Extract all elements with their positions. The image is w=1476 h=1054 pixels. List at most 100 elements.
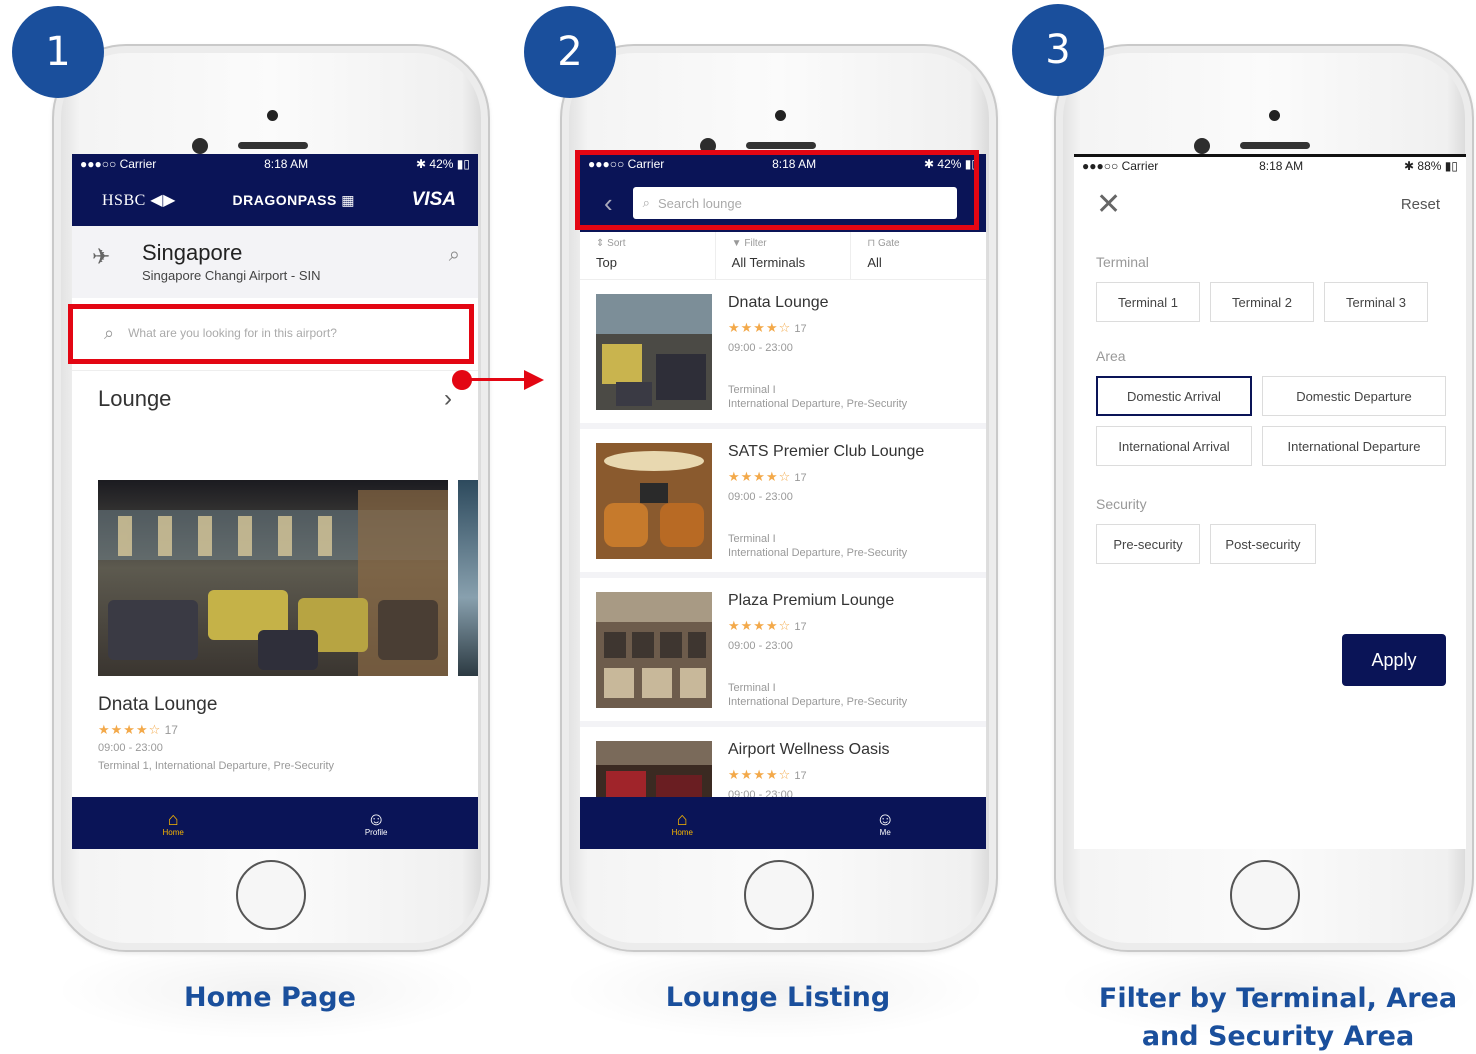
lounge-card-title[interactable]: Dnata Lounge: [98, 694, 217, 716]
visa-logo: VISA: [411, 189, 456, 210]
tab-label: Profile: [364, 827, 388, 837]
star-rating-icon: ★★★★☆: [728, 767, 792, 782]
tab-profile[interactable]: ☺ Profile: [365, 810, 388, 837]
earpiece: [1240, 142, 1310, 149]
lounge-card-location: Terminal 1, International Departure, Pre…: [98, 760, 334, 772]
lounge-card-rating: ★★★★☆ 17: [98, 722, 178, 738]
phone-home: ●●●○○ Carrier 8:18 AM ✱ 42% ▮▯ HSBC ◀▶ D…: [52, 44, 490, 952]
profile-icon: ☺: [876, 808, 895, 829]
filter-value: All Terminals: [731, 255, 806, 270]
close-icon[interactable]: ✕: [1096, 187, 1121, 222]
sort-label-text: Sort: [607, 238, 626, 249]
filter-control[interactable]: ▼ Filter All Terminals: [716, 232, 852, 279]
lounge-photo-graphic: [98, 480, 448, 676]
phone-filter: ●●●○○ Carrier 8:18 AM ✱ 88% ▮▯ ✕ Reset T…: [1054, 44, 1474, 952]
review-count: 17: [794, 621, 807, 633]
camera-dot: [267, 110, 278, 121]
filter-label: ▼ Filter: [731, 238, 767, 249]
carrier-label: ●●●○○ Carrier: [1082, 158, 1159, 173]
tab-home[interactable]: ⌂ Home: [672, 810, 693, 837]
lounge-name: SATS Premier Club Lounge: [728, 443, 925, 460]
status-bar: ●●●○○ Carrier 8:18 AM ✱ 88% ▮▯: [1074, 154, 1466, 174]
area-option-international-arrival[interactable]: International Arrival: [1096, 426, 1252, 466]
caption-filter-line1: Filter by Terminal, Area: [1098, 983, 1458, 1014]
home-button: [236, 860, 306, 930]
sort-label: ⇕ Sort: [596, 238, 626, 249]
lounge-terminal: Terminal I: [728, 533, 776, 545]
camera-dot: [775, 110, 786, 121]
security-options: Pre-security Post-security: [1074, 524, 1466, 564]
lounge-name: Dnata Lounge: [728, 294, 829, 311]
home-screen: ●●●○○ Carrier 8:18 AM ✱ 42% ▮▯ HSBC ◀▶ D…: [72, 154, 478, 849]
reset-button[interactable]: Reset: [1401, 196, 1440, 213]
sort-control[interactable]: ⇕ Sort Top: [580, 232, 716, 279]
brand-bar: HSBC ◀▶ DRAGONPASS ▦ VISA: [72, 174, 478, 226]
status-bar: ●●●○○ Carrier 8:18 AM ✱ 42% ▮▯: [72, 154, 478, 174]
tab-me[interactable]: ☺ Me: [876, 810, 894, 837]
chevron-right-icon: ›: [444, 384, 452, 412]
lounge-thumbnail: [596, 443, 712, 559]
tab-home[interactable]: ⌂ Home: [162, 810, 183, 837]
lounge-rating: ★★★★☆ 17: [728, 767, 807, 783]
apply-button[interactable]: Apply: [1342, 634, 1446, 686]
lounge-list-item[interactable]: Plaza Premium Lounge ★★★★☆ 17 09:00 - 23…: [580, 578, 986, 727]
review-count: 17: [794, 770, 807, 782]
area-options: Domestic Arrival Domestic Departure Inte…: [1074, 376, 1466, 466]
lounge-photo[interactable]: [98, 480, 448, 676]
lounge-hours: 09:00 - 23:00: [728, 640, 793, 652]
area-option-domestic-departure[interactable]: Domestic Departure: [1262, 376, 1446, 416]
gate-value: All: [867, 255, 882, 270]
carrier-label: ●●●○○ Carrier: [80, 157, 157, 171]
lounge-area: International Departure, Pre-Security: [728, 696, 908, 708]
battery-indicator: ✱ 88% ▮▯: [1404, 158, 1458, 173]
filter-row: ⇕ Sort Top ▼ Filter All Terminals ⊓ Gate…: [580, 232, 986, 280]
caption-filter: Filter by Terminal, Area and Security Ar…: [1090, 980, 1466, 1054]
battery-percent: 42%: [429, 157, 454, 171]
filter-top-bar: ✕ Reset: [1074, 174, 1466, 234]
lounge-area: International Departure, Pre-Security: [728, 398, 908, 410]
security-option-post[interactable]: Post-security: [1210, 524, 1316, 564]
security-option-pre[interactable]: Pre-security: [1096, 524, 1200, 564]
step-badge-3: 3: [1012, 4, 1104, 96]
earpiece: [746, 142, 816, 149]
bottom-tab-bar: ⌂ Home ☺ Profile: [72, 797, 478, 849]
airport-name: Singapore Changi Airport - SIN: [142, 268, 321, 283]
star-rating-icon: ★★★★☆: [728, 469, 792, 484]
area-option-domestic-arrival[interactable]: Domestic Arrival: [1096, 376, 1252, 416]
home-button: [1230, 860, 1300, 930]
dragonpass-logo: DRAGONPASS ▦: [232, 191, 355, 208]
lounge-list-item[interactable]: SATS Premier Club Lounge ★★★★☆ 17 09:00 …: [580, 429, 986, 578]
battery-percent: 88%: [1417, 158, 1442, 173]
lounge-thumbnail: [596, 294, 712, 410]
search-icon[interactable]: ⌕: [449, 244, 460, 267]
lounge-section-header[interactable]: Lounge ›: [72, 370, 478, 426]
area-group-label: Area: [1096, 348, 1126, 364]
terminal-option-3[interactable]: Terminal 3: [1324, 282, 1428, 322]
security-group-label: Security: [1096, 496, 1147, 512]
tab-label: Home: [162, 827, 184, 837]
lounge-terminal: Terminal I: [728, 682, 776, 694]
highlight-frame-header: [575, 150, 979, 230]
home-icon: ⌂: [676, 808, 688, 829]
terminal-option-2[interactable]: Terminal 2: [1210, 282, 1314, 322]
battery-indicator: ✱ 42% ▮▯: [416, 157, 470, 171]
camera-dot: [1269, 110, 1280, 121]
city-selector[interactable]: ✈ Singapore Singapore Changi Airport - S…: [72, 226, 478, 298]
profile-icon: ☺: [366, 808, 386, 829]
lounge-name: Plaza Premium Lounge: [728, 592, 895, 609]
gate-control[interactable]: ⊓ Gate All: [851, 232, 986, 279]
status-time: 8:18 AM: [264, 157, 309, 171]
lounge-name: Airport Wellness Oasis: [728, 741, 890, 758]
star-rating-icon: ★★★★☆: [728, 618, 792, 633]
area-option-international-departure[interactable]: International Departure: [1262, 426, 1446, 466]
sort-value: Top: [596, 255, 617, 270]
step-badge-1: 1: [12, 6, 104, 98]
review-count: 17: [164, 723, 178, 737]
caption-filter-line2: and Security Area: [1141, 1021, 1415, 1052]
terminal-option-1[interactable]: Terminal 1: [1096, 282, 1200, 322]
filter-screen: ●●●○○ Carrier 8:18 AM ✱ 88% ▮▯ ✕ Reset T…: [1074, 154, 1466, 849]
next-photo-peek[interactable]: [458, 480, 478, 676]
bottom-tab-bar: ⌂ Home ☺ Me: [580, 797, 986, 849]
arrow-right-icon: [524, 370, 544, 390]
lounge-list-item[interactable]: Dnata Lounge ★★★★☆ 17 09:00 - 23:00 Term…: [580, 280, 986, 429]
